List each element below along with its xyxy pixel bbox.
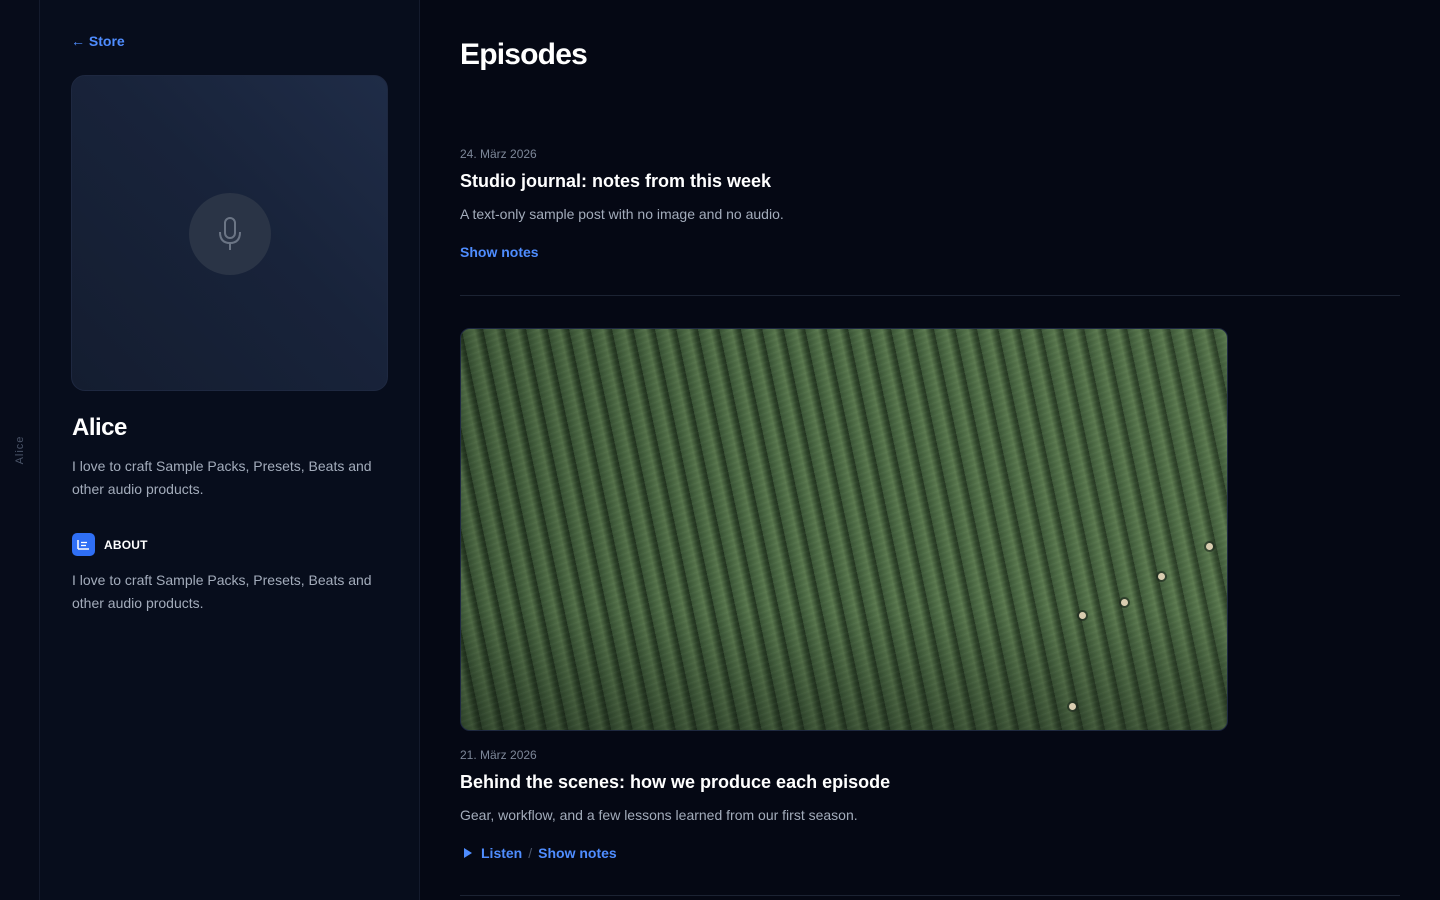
rail-label: Alice bbox=[14, 435, 26, 465]
episode-title[interactable]: Behind the scenes: how we produce each e… bbox=[460, 772, 890, 793]
side-rail: Alice bbox=[0, 0, 40, 900]
episode-divider bbox=[460, 895, 1400, 896]
artist-bio: I love to craft Sample Packs, Presets, B… bbox=[72, 458, 372, 497]
episode-description: Gear, workflow, and a few lessons learne… bbox=[460, 807, 858, 823]
worker-figure bbox=[1121, 599, 1128, 606]
worker-figure bbox=[1069, 703, 1076, 710]
worker-figure bbox=[1158, 573, 1165, 580]
about-text: I love to craft Sample Packs, Presets, B… bbox=[72, 572, 372, 611]
microphone-icon bbox=[189, 193, 271, 275]
episode-divider bbox=[460, 295, 1400, 296]
profile-cover bbox=[71, 75, 388, 391]
episode-date: 24. März 2026 bbox=[460, 147, 537, 161]
episode-item: 21. März 2026 Behind the scenes: how we … bbox=[460, 328, 1400, 898]
artist-name: Alice bbox=[72, 414, 127, 441]
show-notes-link[interactable]: Show notes bbox=[460, 244, 539, 260]
about-title: ABOUT bbox=[104, 537, 148, 552]
episode-image[interactable] bbox=[460, 328, 1228, 731]
episodes-main: Episodes 24. März 2026 Studio journal: n… bbox=[420, 0, 1440, 900]
document-lines-icon bbox=[72, 533, 95, 556]
episode-item: 24. März 2026 Studio journal: notes from… bbox=[460, 147, 1400, 297]
play-icon[interactable] bbox=[464, 848, 472, 858]
action-separator: / bbox=[528, 845, 533, 861]
episode-title[interactable]: Studio journal: notes from this week bbox=[460, 171, 771, 192]
episode-description: A text-only sample post with no image an… bbox=[460, 206, 784, 222]
back-to-store-link[interactable]: ← Store bbox=[71, 33, 125, 49]
page-title: Episodes bbox=[460, 38, 588, 71]
profile-sidebar: ← Store Alice I love to craft Sample Pac… bbox=[40, 0, 420, 900]
show-notes-link[interactable]: Show notes bbox=[538, 845, 617, 861]
listen-link[interactable]: Listen bbox=[481, 845, 522, 861]
episode-actions: Show notes bbox=[460, 244, 539, 260]
worker-figure bbox=[1079, 612, 1086, 619]
episode-actions: Listen / Show notes bbox=[460, 845, 617, 861]
about-heading: ABOUT bbox=[72, 533, 148, 556]
image-texture bbox=[461, 329, 1227, 730]
worker-figure bbox=[1206, 543, 1213, 550]
episode-date: 21. März 2026 bbox=[460, 748, 537, 762]
